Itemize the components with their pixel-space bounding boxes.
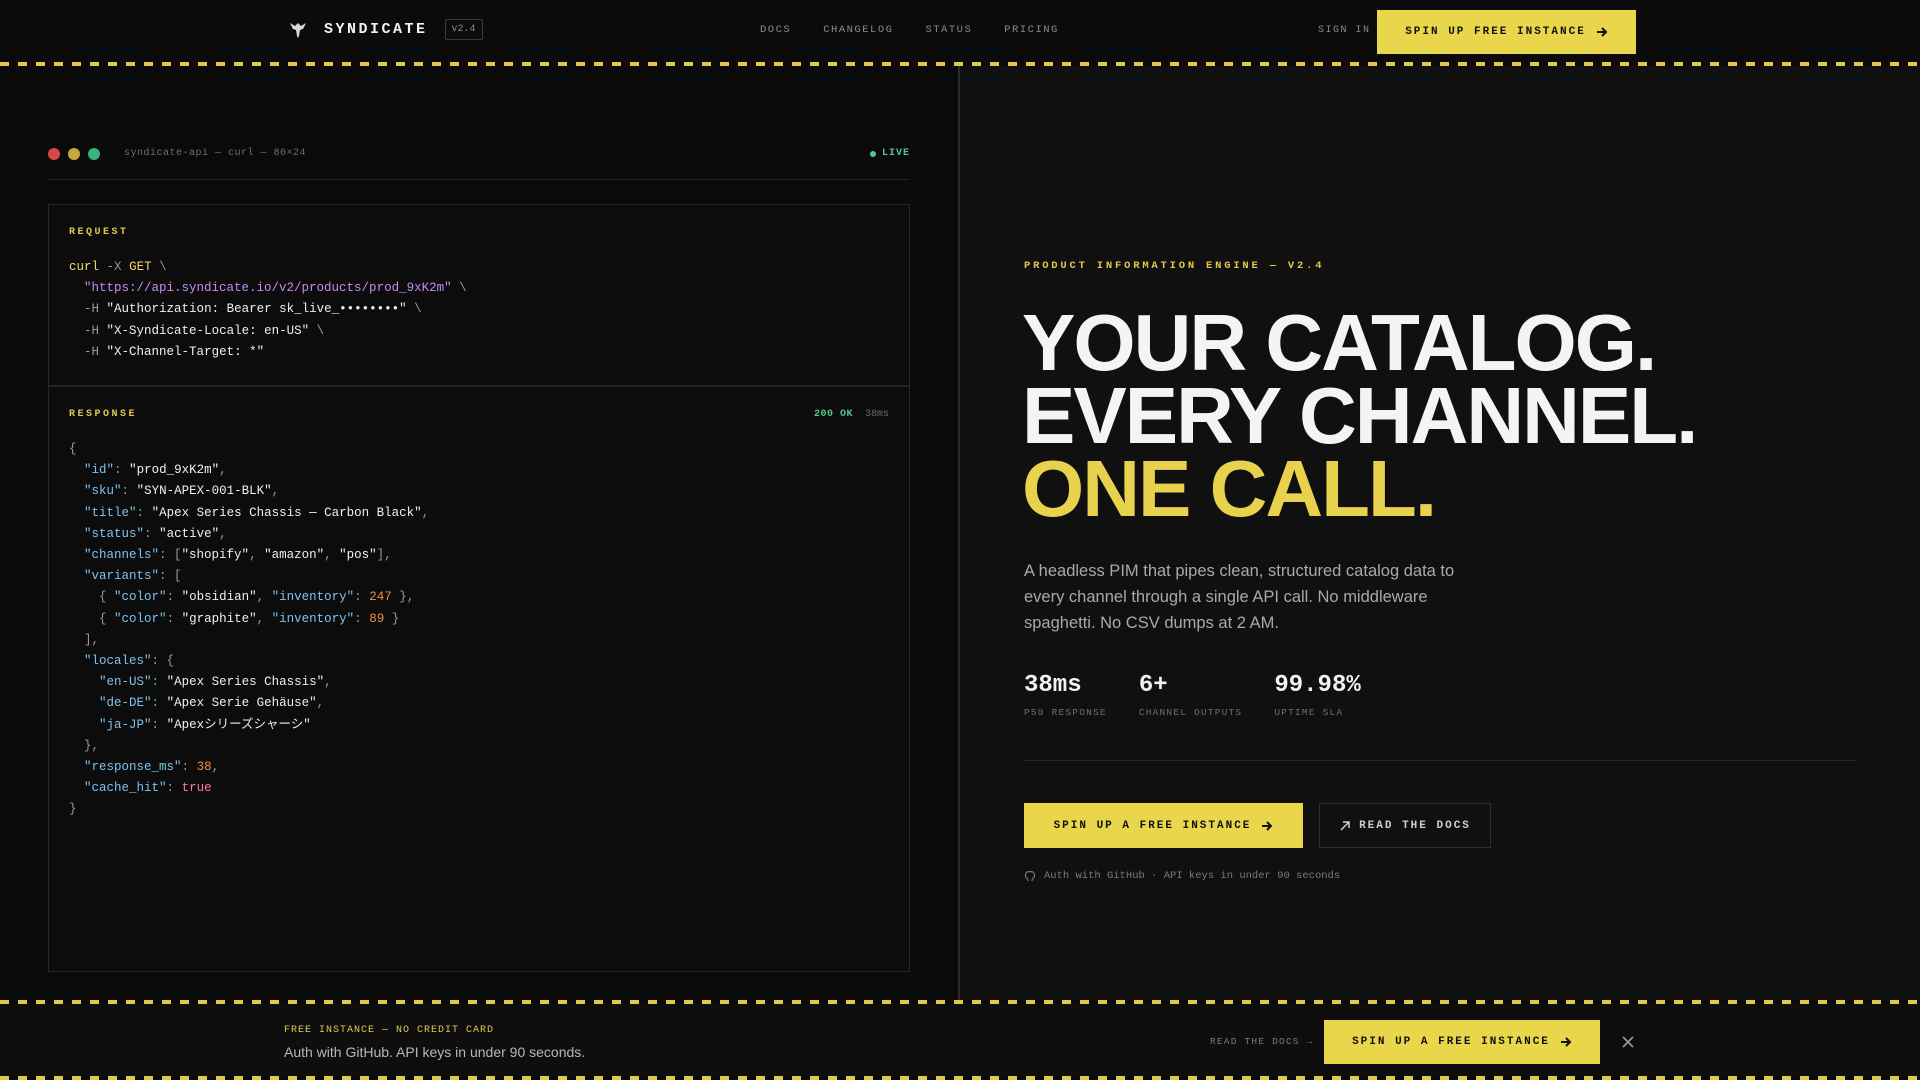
request-code: curl -X GET \ "https://api.syndicate.io/… xyxy=(69,260,467,359)
hero-divider xyxy=(1024,760,1856,761)
auth-note: Auth with GitHub · API keys in under 90 … xyxy=(1024,870,1340,882)
response-code: { "id": "prod_9xK2m", "sku": "SYN-APEX-0… xyxy=(69,442,430,817)
stat-uptime: 99.98% UPTIME SLA xyxy=(1274,672,1360,718)
live-dot-icon xyxy=(869,150,876,157)
brand[interactable]: SYNDICATE v2.4 xyxy=(288,19,483,40)
headline-line-3: ONE CALL. xyxy=(1022,444,1437,533)
top-nav: SYNDICATE v2.4 DOCS CHANGELOG STATUS PRI… xyxy=(0,0,1920,62)
headline-line-2: EVERY CHANNEL. xyxy=(1022,371,1698,460)
latency: 38ms xyxy=(864,409,889,420)
terminal-header: syndicate-api — curl — 80×24 LIVE xyxy=(48,148,910,180)
arrow-right-icon xyxy=(1560,1037,1572,1047)
live-label: LIVE xyxy=(881,148,910,159)
stat-latency: 38ms P50 RESPONSE xyxy=(1024,672,1107,718)
hero-subcopy: A headless PIM that pipes clean, structu… xyxy=(1024,562,1455,632)
spin-up-instance-button[interactable]: SPIN UP A FREE INSTANCE xyxy=(1024,803,1303,848)
live-indicator: LIVE xyxy=(869,148,910,159)
arrow-up-right-icon xyxy=(1340,820,1350,831)
status-code: 200 OK xyxy=(813,409,853,420)
bottom-read-docs-link[interactable]: READ THE DOCS → xyxy=(1210,1036,1314,1047)
brand-name: SYNDICATE xyxy=(324,21,428,38)
stats-row: 38ms P50 RESPONSE 6+ CHANNEL OUTPUTS 99.… xyxy=(1024,672,1393,718)
terminal-body: REQUEST curl -X GET \ "https://api.syndi… xyxy=(48,204,910,972)
nav-link-pricing[interactable]: PRICING xyxy=(1004,24,1059,36)
nav-cta-button[interactable]: SPIN UP FREE INSTANCE xyxy=(1377,10,1636,54)
stat-value: 6+ xyxy=(1138,672,1168,699)
stat-label: P50 RESPONSE xyxy=(1024,707,1107,718)
response-section: RESPONSE 200 OK 38ms { "id": "prod_9xK2m… xyxy=(49,389,909,971)
bottom-bar-tag: FREE INSTANCE — NO CREDIT CARD xyxy=(284,1025,495,1036)
bottom-cta-label: SPIN UP A FREE INSTANCE xyxy=(1352,1036,1550,1048)
version-badge: v2.4 xyxy=(444,19,483,40)
hero-panel xyxy=(960,66,1920,1000)
response-label: RESPONSE xyxy=(69,409,138,420)
cta-secondary-label: READ THE DOCS xyxy=(1359,819,1471,832)
terminal-title: syndicate-api — curl — 80×24 xyxy=(124,148,307,159)
stat-label: UPTIME SLA xyxy=(1274,707,1344,718)
read-docs-button[interactable]: READ THE DOCS xyxy=(1319,803,1491,848)
stat-value: 99.98% xyxy=(1274,672,1361,699)
nav-link-status[interactable]: STATUS xyxy=(925,24,972,36)
sign-in-link[interactable]: SIGN IN xyxy=(1318,25,1371,36)
nav-link-changelog[interactable]: CHANGELOG xyxy=(823,24,893,36)
headline-line-1: YOUR CATALOG. xyxy=(1022,298,1657,387)
nav-links: DOCS CHANGELOG STATUS PRICING xyxy=(760,24,1059,36)
request-label: REQUEST xyxy=(69,227,129,238)
hero-eyebrow: PRODUCT INFORMATION ENGINE — V2.4 xyxy=(1024,260,1325,272)
close-icon[interactable] xyxy=(1620,1034,1636,1050)
bottom-bar-text: Auth with GitHub. API keys in under 90 s… xyxy=(284,1044,586,1060)
arrow-right-icon xyxy=(1596,27,1608,37)
window-close-dot xyxy=(48,148,60,160)
window-minimize-dot xyxy=(68,148,80,160)
hazard-stripe-footer xyxy=(0,1076,1920,1080)
nav-link-docs[interactable]: DOCS xyxy=(760,24,791,36)
auth-note-text: Auth with GitHub · API keys in under 90 … xyxy=(1044,870,1341,882)
response-status: 200 OK 38ms xyxy=(814,409,889,420)
stat-channels: 6+ CHANNEL OUTPUTS xyxy=(1139,672,1243,718)
stat-label: CHANNEL OUTPUTS xyxy=(1138,707,1243,718)
bottom-spin-up-button[interactable]: SPIN UP A FREE INSTANCE xyxy=(1324,1020,1600,1064)
nav-cta-label: SPIN UP FREE INSTANCE xyxy=(1405,26,1586,38)
request-section: REQUEST curl -X GET \ "https://api.syndi… xyxy=(49,205,909,387)
cta-primary-label: SPIN UP A FREE INSTANCE xyxy=(1053,819,1252,832)
window-maximize-dot xyxy=(88,148,100,160)
hero-headline: YOUR CATALOG. EVERY CHANNEL. ONE CALL. xyxy=(1022,298,1698,533)
bird-logo-icon xyxy=(290,22,306,38)
github-icon xyxy=(1024,871,1036,882)
stat-value: 38ms xyxy=(1024,672,1082,699)
arrow-right-icon xyxy=(1262,820,1273,831)
